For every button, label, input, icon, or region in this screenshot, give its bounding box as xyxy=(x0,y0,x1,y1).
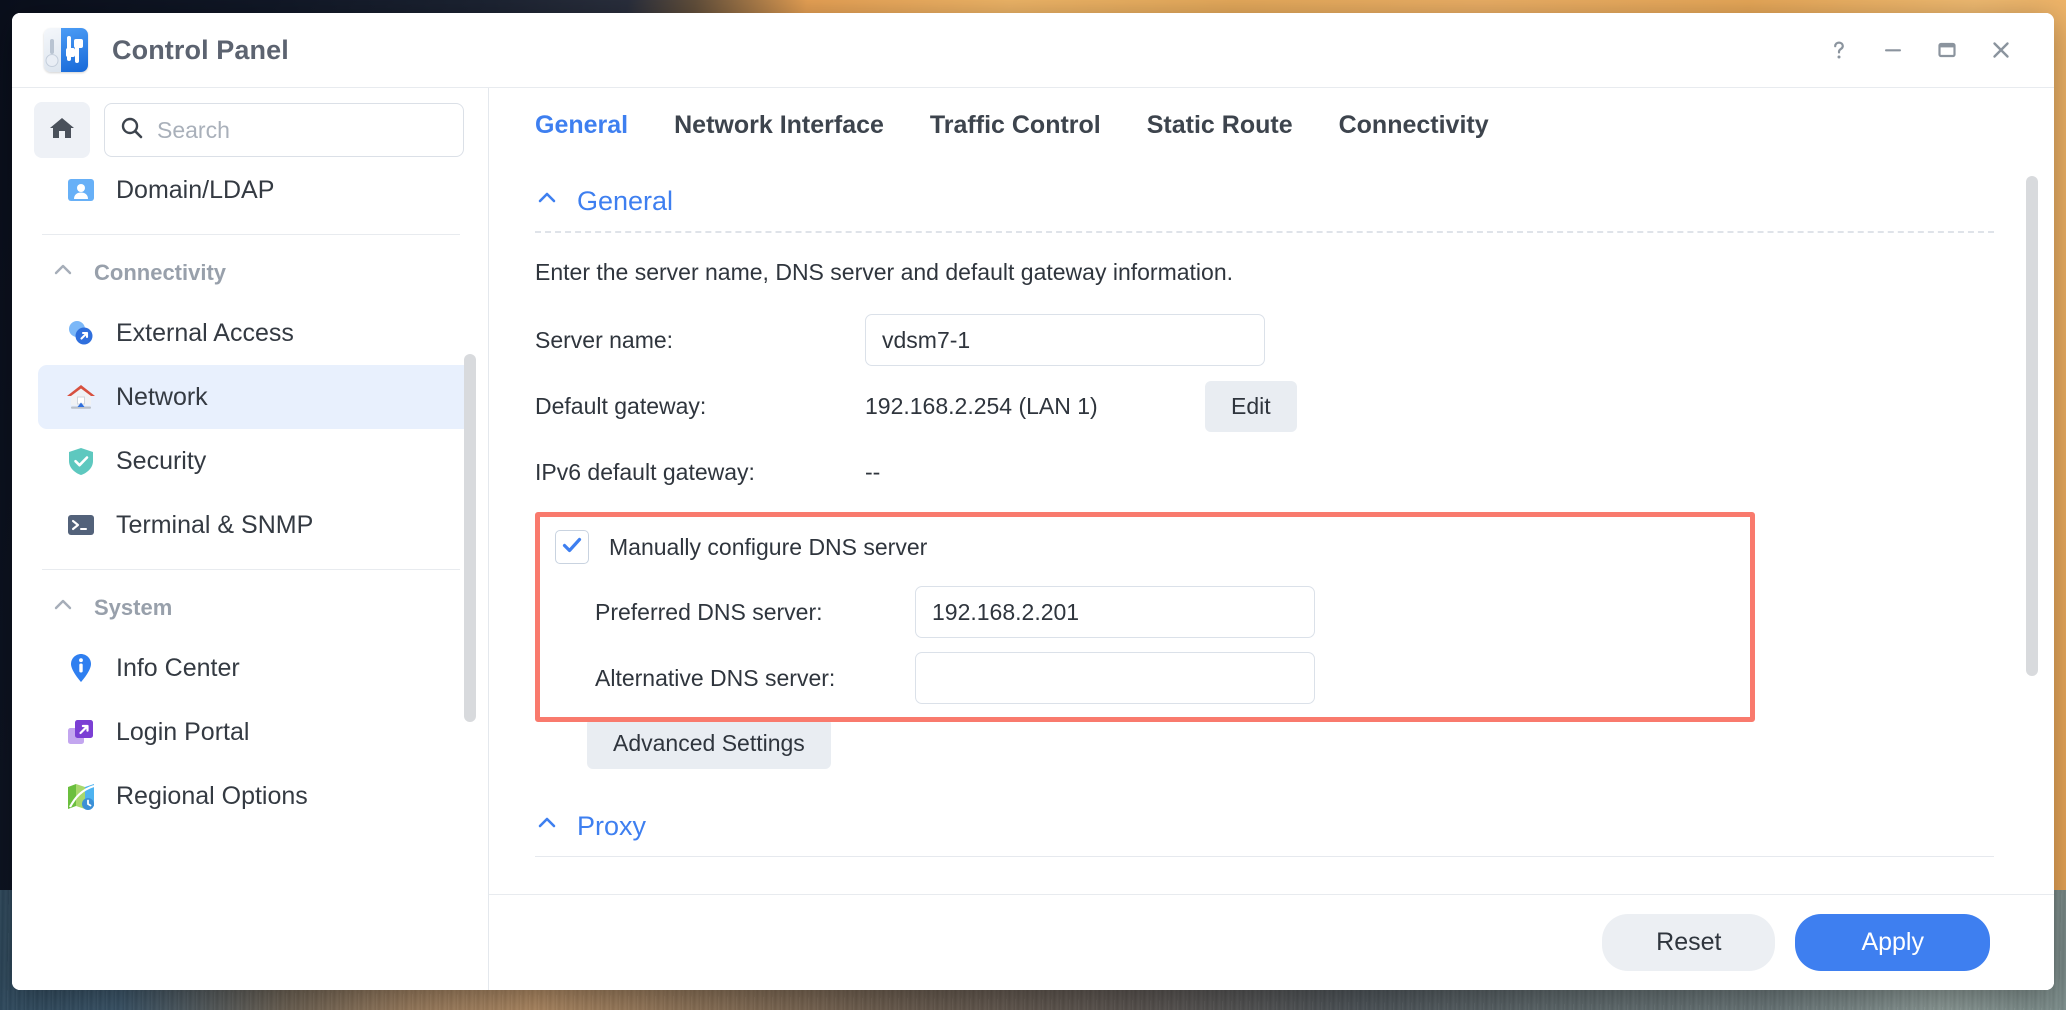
preferred-dns-input[interactable]: 192.168.2.201 xyxy=(915,586,1315,638)
sidebar-item-label: Info Center xyxy=(116,654,240,683)
terminal-icon xyxy=(64,508,98,542)
minimize-button[interactable] xyxy=(1866,23,1920,77)
ipv6-default-gateway-row: IPv6 default gateway: -- xyxy=(535,446,1994,498)
sidebar-item-domain-ldap[interactable]: Domain/LDAP xyxy=(38,172,474,222)
sidebar-item-label: Login Portal xyxy=(116,718,249,747)
sidebar-item-login-portal[interactable]: Login Portal xyxy=(38,700,474,764)
advanced-settings-button[interactable]: Advanced Settings xyxy=(587,718,831,769)
server-name-label: Server name: xyxy=(535,327,865,354)
sidebar-group-system[interactable]: System xyxy=(14,580,488,636)
general-section-header[interactable]: General xyxy=(535,186,1994,217)
chevron-up-icon xyxy=(52,259,74,287)
sidebar-scroll-area: Domain/LDAP Connectivity xyxy=(12,172,488,990)
close-button[interactable] xyxy=(1974,23,2028,77)
preferred-dns-row: Preferred DNS server: 192.168.2.201 xyxy=(555,586,1755,638)
general-section-title: General xyxy=(577,186,673,217)
alternative-dns-input[interactable] xyxy=(915,652,1315,704)
sidebar-group-label: Connectivity xyxy=(94,260,226,286)
tab-network-interface[interactable]: Network Interface xyxy=(674,111,884,140)
sidebar-item-network[interactable]: Network xyxy=(38,365,474,429)
sidebar-item-label: Security xyxy=(116,447,206,476)
chevron-up-icon xyxy=(52,594,74,622)
alternative-dns-label: Alternative DNS server: xyxy=(595,665,915,692)
sidebar-item-terminal-snmp[interactable]: Terminal & SNMP xyxy=(38,493,474,557)
sidebar-nav-list: Domain/LDAP Connectivity xyxy=(14,172,488,828)
preferred-dns-label: Preferred DNS server: xyxy=(595,599,915,626)
reset-button[interactable]: Reset xyxy=(1602,914,1775,971)
default-gateway-row: Default gateway: 192.168.2.254 (LAN 1) E… xyxy=(535,380,1994,432)
home-icon xyxy=(47,113,77,148)
proxy-section-divider xyxy=(535,856,1994,857)
sidebar-item-label: Terminal & SNMP xyxy=(116,511,313,540)
alternative-dns-row: Alternative DNS server: xyxy=(555,652,1755,704)
tab-static-route[interactable]: Static Route xyxy=(1147,111,1293,140)
content-scrollbar-thumb[interactable] xyxy=(2026,176,2038,676)
apply-button[interactable]: Apply xyxy=(1795,914,1990,971)
footer-bar: Reset Apply xyxy=(489,894,2054,990)
sidebar-item-label: Network xyxy=(116,383,208,412)
dns-configuration-block: Manually configure DNS server Preferred … xyxy=(535,512,1755,722)
sidebar-divider xyxy=(42,569,460,570)
sidebar-item-label: Regional Options xyxy=(116,782,308,811)
manual-dns-row: Manually configure DNS server xyxy=(555,530,1755,564)
external-access-icon xyxy=(64,316,98,350)
server-name-row: Server name: vdsm7-1 xyxy=(535,314,1994,366)
login-portal-icon xyxy=(64,715,98,749)
sidebar-item-external-access[interactable]: External Access xyxy=(38,301,474,365)
manual-dns-label: Manually configure DNS server xyxy=(609,534,927,561)
domain-ldap-icon xyxy=(64,173,98,207)
proxy-section-title: Proxy xyxy=(577,811,646,842)
sidebar-item-info-center[interactable]: Info Center xyxy=(38,636,474,700)
regional-options-icon xyxy=(64,779,98,813)
manual-dns-checkbox[interactable] xyxy=(555,530,589,564)
info-center-icon xyxy=(64,651,98,685)
control-panel-icon xyxy=(44,28,88,72)
search-input[interactable]: Search xyxy=(104,103,464,157)
security-shield-icon xyxy=(64,444,98,478)
tab-bar: General Network Interface Traffic Contro… xyxy=(489,88,2054,162)
tab-connectivity[interactable]: Connectivity xyxy=(1339,111,1489,140)
proxy-section-header[interactable]: Proxy xyxy=(535,811,1994,842)
default-gateway-value: 192.168.2.254 (LAN 1) xyxy=(865,393,1205,420)
network-icon xyxy=(64,380,98,414)
window-body: Search Domain/LDAP xyxy=(12,87,2054,990)
window-titlebar: Control Panel xyxy=(12,13,2054,87)
advanced-settings-wrap: Advanced Settings xyxy=(535,718,1994,769)
window-title: Control Panel xyxy=(112,35,289,66)
search-icon xyxy=(119,115,145,146)
sidebar-header: Search xyxy=(12,88,488,172)
general-section-divider xyxy=(535,231,1994,233)
home-button[interactable] xyxy=(34,102,90,158)
sidebar-item-regional-options[interactable]: Regional Options xyxy=(38,764,474,828)
chevron-up-icon xyxy=(535,811,559,842)
sidebar-item-label: External Access xyxy=(116,319,294,348)
tab-traffic-control[interactable]: Traffic Control xyxy=(930,111,1101,140)
sidebar: Search Domain/LDAP xyxy=(12,88,489,990)
settings-panel: General Enter the server name, DNS serve… xyxy=(489,162,2054,894)
edit-gateway-button[interactable]: Edit xyxy=(1205,381,1297,432)
ipv6-default-gateway-label: IPv6 default gateway: xyxy=(535,459,865,486)
content-area: General Network Interface Traffic Contro… xyxy=(489,88,2054,990)
default-gateway-label: Default gateway: xyxy=(535,393,865,420)
ipv6-default-gateway-value: -- xyxy=(865,459,1205,486)
maximize-button[interactable] xyxy=(1920,23,1974,77)
help-button[interactable] xyxy=(1812,23,1866,77)
control-panel-window: Control Panel xyxy=(12,13,2054,990)
tab-general[interactable]: General xyxy=(535,111,628,140)
sidebar-scrollbar-thumb[interactable] xyxy=(464,354,476,722)
general-description: Enter the server name, DNS server and de… xyxy=(535,259,1994,286)
server-name-input[interactable]: vdsm7-1 xyxy=(865,314,1265,366)
search-placeholder: Search xyxy=(157,117,230,144)
sidebar-group-connectivity[interactable]: Connectivity xyxy=(14,245,488,301)
sidebar-item-security[interactable]: Security xyxy=(38,429,474,493)
checkmark-icon xyxy=(560,533,584,562)
chevron-up-icon xyxy=(535,186,559,217)
settings-panel-inner: General Enter the server name, DNS serve… xyxy=(489,162,2054,857)
sidebar-group-label: System xyxy=(94,595,172,621)
sidebar-item-label: Domain/LDAP xyxy=(116,176,274,205)
sidebar-divider xyxy=(42,234,460,235)
